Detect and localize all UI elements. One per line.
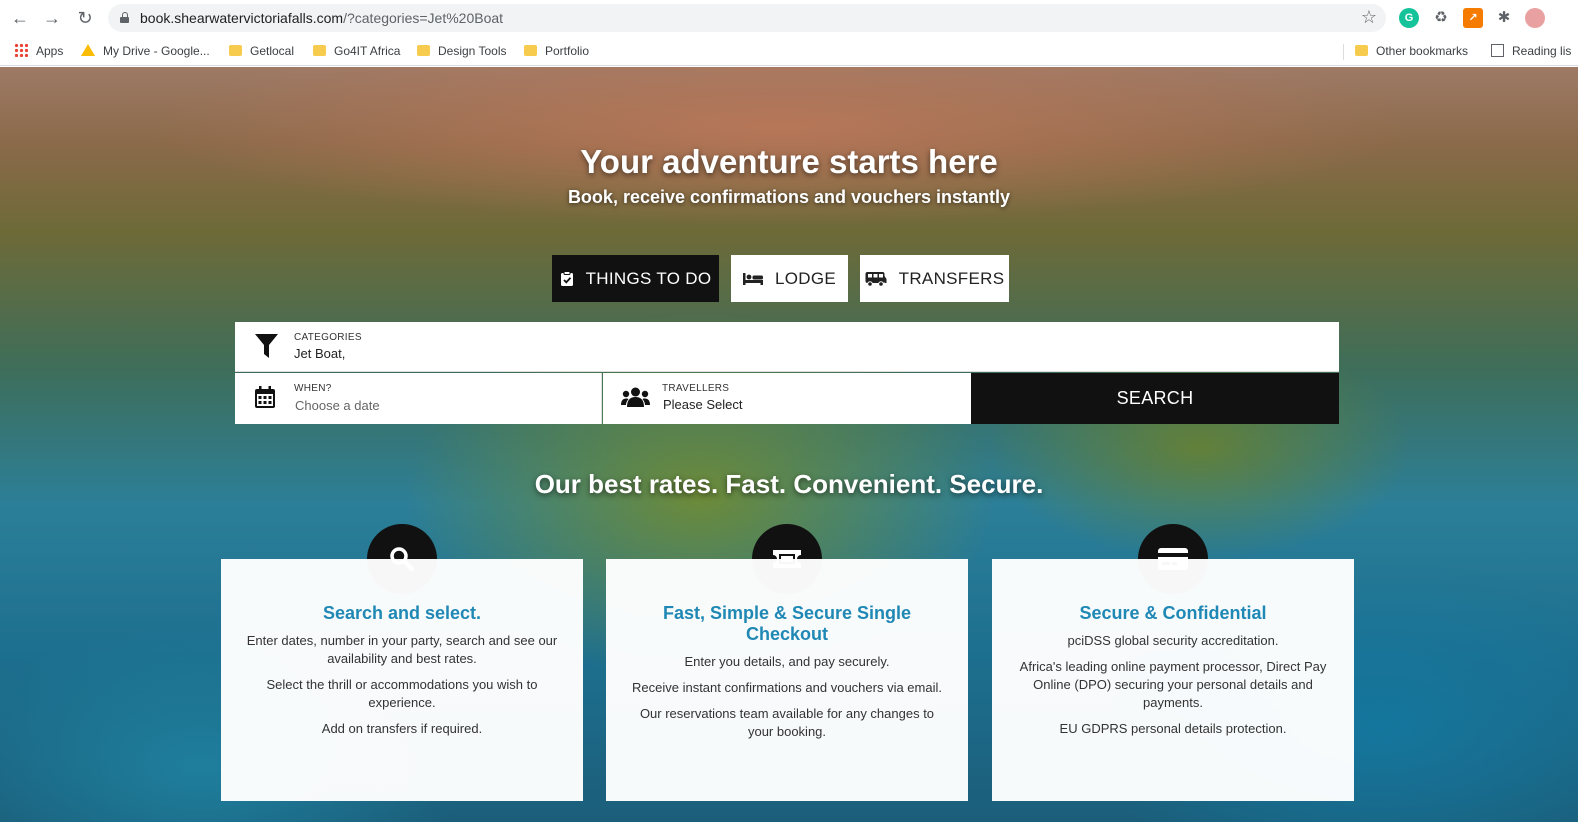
google-drive-icon xyxy=(81,44,95,56)
categories-value: Jet Boat, xyxy=(294,346,346,361)
feature-text: Add on transfers if required. xyxy=(321,721,483,736)
tab-label: THINGS TO DO xyxy=(585,268,712,288)
feature-card-checkout: Fast, Simple & Secure Single Checkout En… xyxy=(606,559,968,801)
folder-icon xyxy=(417,45,430,56)
feature-text: Our reservations team available for any … xyxy=(639,706,935,739)
bookmark-go4it-africa[interactable]: Go4IT Africa xyxy=(313,42,400,60)
url-text[interactable]: book.shearwatervictoriafalls.com/?catego… xyxy=(140,10,503,26)
reading-list-icon xyxy=(1491,44,1504,57)
travellers-field[interactable]: TRAVELLERS Please Select xyxy=(603,373,971,424)
users-icon xyxy=(621,387,650,407)
bookmarks-bar: Apps My Drive - Google... Getlocal Go4IT… xyxy=(0,36,1578,66)
bookmark-other[interactable]: Other bookmarks xyxy=(1355,42,1468,60)
bus-icon xyxy=(865,271,887,287)
feature-card-search: Search and select. Enter dates, number i… xyxy=(221,559,583,801)
tab-things-to-do[interactable]: THINGS TO DO xyxy=(552,255,719,302)
profile-avatar[interactable] xyxy=(1525,8,1545,28)
bookmark-portfolio[interactable]: Portfolio xyxy=(524,42,589,60)
extensions-puzzle-icon[interactable]: ✱ xyxy=(1494,8,1514,28)
reload-icon[interactable]: ↻ xyxy=(74,7,96,29)
calendar-icon xyxy=(255,386,275,408)
apps-grid-icon xyxy=(14,43,28,57)
bookmark-star-icon[interactable]: ☆ xyxy=(1361,7,1377,28)
bookmarks-divider xyxy=(1343,44,1344,60)
chart-extension-icon[interactable]: ↗ xyxy=(1463,8,1483,28)
reading-list-button[interactable]: Reading lis xyxy=(1491,42,1571,60)
bookmark-label: Getlocal xyxy=(250,44,295,58)
feature-title: Search and select. xyxy=(322,603,482,623)
feature-title: Fast, Simple & Secure Single Checkout xyxy=(662,603,912,644)
feature-text: pciDSS global security accreditation. xyxy=(1067,633,1279,648)
bookmark-label: Apps xyxy=(36,44,64,58)
feature-card-secure: Secure & Confidential pciDSS global secu… xyxy=(992,559,1354,801)
feature-text: EU GDPRS personal details protection. xyxy=(1059,721,1287,736)
address-bar[interactable]: book.shearwatervictoriafalls.com/?catego… xyxy=(108,4,1386,32)
travellers-value: Please Select xyxy=(663,397,743,412)
hero-title: Your adventure starts here xyxy=(580,143,998,180)
bookmark-label: My Drive - Google... xyxy=(103,44,210,58)
feature-text: Receive instant confirmations and vouche… xyxy=(632,680,942,695)
bookmark-label: Design Tools xyxy=(438,44,507,58)
tab-label: TRANSFERS xyxy=(898,268,1005,288)
tagline: Our best rates. Fast. Convenient. Secure… xyxy=(534,469,1044,499)
feature-text: Enter dates, number in your party, searc… xyxy=(246,633,558,666)
feature-text: Enter you details, and pay securely. xyxy=(684,654,890,669)
lock-icon xyxy=(120,12,129,23)
tab-transfers[interactable]: TRANSFERS xyxy=(860,255,1009,302)
grammarly-extension-icon[interactable]: G xyxy=(1399,8,1419,28)
feature-text: Africa's leading online payment processo… xyxy=(1019,659,1327,710)
url-path: /?categories=Jet%20Boat xyxy=(343,10,504,26)
search-panel: CATEGORIES Jet Boat, WHEN? Choose a date xyxy=(235,322,1339,424)
hero-subtitle: Book, receive confirmations and vouchers… xyxy=(567,187,1011,207)
when-label: WHEN? xyxy=(294,383,332,394)
bookmark-label: Go4IT Africa xyxy=(334,44,401,58)
date-field[interactable]: WHEN? Choose a date xyxy=(235,373,602,424)
feature-text: Select the thrill or accommodations you … xyxy=(266,677,538,710)
back-icon[interactable]: ← xyxy=(9,7,31,29)
bookmark-label: Portfolio xyxy=(545,44,590,58)
travellers-label: TRAVELLERS xyxy=(662,383,730,394)
tab-lodge[interactable]: LODGE xyxy=(731,255,848,302)
bookmark-my-drive[interactable]: My Drive - Google... xyxy=(81,42,210,60)
bookmark-getlocal[interactable]: Getlocal xyxy=(229,42,294,60)
bookmark-apps[interactable]: Apps xyxy=(14,42,63,60)
filter-icon xyxy=(255,334,278,358)
bookmark-design-tools[interactable]: Design Tools xyxy=(417,42,506,60)
hero-section: Your adventure starts here Book, receive… xyxy=(0,67,1578,822)
folder-icon xyxy=(313,45,326,56)
clipboard-check-icon xyxy=(560,270,573,286)
categories-label: CATEGORIES xyxy=(294,332,362,343)
browser-toolbar: ← → ↻ book.shearwatervictoriafalls.com/?… xyxy=(0,0,1578,36)
url-host: book.shearwatervictoriafalls.com xyxy=(140,10,344,26)
forward-icon[interactable]: → xyxy=(41,7,63,29)
recycle-extension-icon[interactable]: ♻ xyxy=(1431,8,1451,28)
search-button[interactable]: SEARCH xyxy=(971,373,1339,424)
bed-icon xyxy=(742,272,763,285)
bookmark-label: Other bookmarks xyxy=(1376,44,1469,58)
categories-field[interactable]: CATEGORIES Jet Boat, xyxy=(235,322,1339,372)
folder-icon xyxy=(524,45,537,56)
folder-icon xyxy=(1355,45,1368,56)
feature-title: Secure & Confidential xyxy=(1079,603,1267,623)
folder-icon xyxy=(229,45,242,56)
tab-label: LODGE xyxy=(774,268,837,288)
bookmark-label: Reading lis xyxy=(1512,44,1572,58)
date-input-placeholder: Choose a date xyxy=(295,398,380,413)
